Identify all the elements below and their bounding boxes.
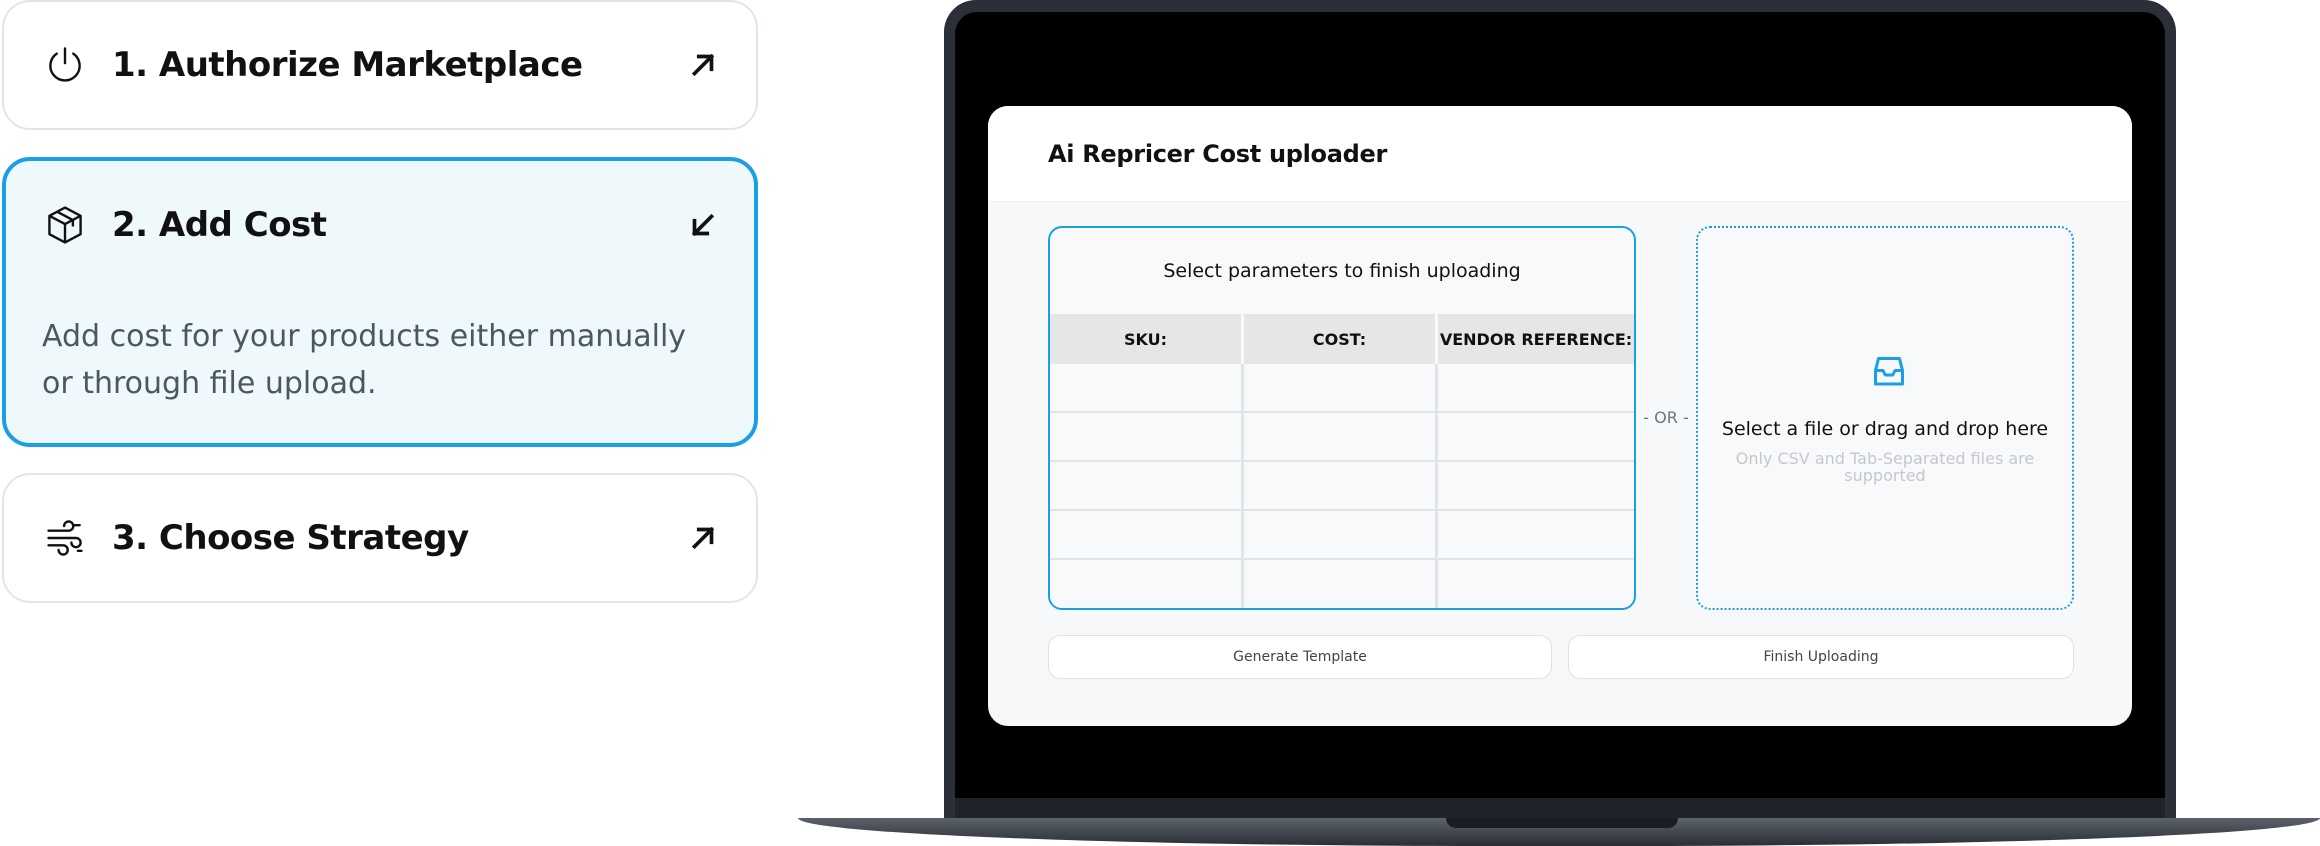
step-title: 2. Add Cost	[112, 205, 327, 245]
laptop-notch	[1446, 818, 1678, 828]
step-card-authorize-marketplace[interactable]: 1. Authorize Marketplace	[2, 0, 758, 130]
file-drop-zone[interactable]: Select a file or drag and drop here Only…	[1696, 226, 2074, 610]
arrow-down-left-icon[interactable]	[686, 208, 720, 242]
table-cell[interactable]	[1438, 413, 1634, 462]
finish-uploading-button[interactable]: Finish Uploading	[1568, 635, 2074, 679]
step-header[interactable]: 3. Choose Strategy	[42, 475, 720, 601]
step-header[interactable]: 2. Add Cost	[42, 161, 720, 289]
table-cell[interactable]	[1438, 560, 1634, 608]
cost-uploader-window: Ai Repricer Cost uploader Select paramet…	[988, 106, 2132, 726]
box-icon	[42, 202, 88, 248]
table-cell[interactable]	[1244, 511, 1438, 560]
laptop-bezel	[955, 798, 2165, 820]
table-cell[interactable]	[1244, 462, 1438, 511]
table-cell[interactable]	[1050, 364, 1244, 413]
step-description: Add cost for your products either manual…	[42, 319, 687, 401]
parameters-table: SKU: COST: VENDOR REFERENCE:	[1050, 314, 1634, 608]
table-cell[interactable]	[1050, 511, 1244, 560]
table-cell[interactable]	[1438, 511, 1634, 560]
dropzone-hint: Only CSV and Tab-Separated files are sup…	[1735, 449, 2035, 485]
wind-icon	[42, 515, 88, 561]
table-cell[interactable]	[1050, 413, 1244, 462]
or-label: OR	[1654, 408, 1678, 427]
table-cell[interactable]	[1244, 413, 1438, 462]
column-header-cost[interactable]: COST:	[1244, 314, 1438, 364]
table-cell[interactable]	[1438, 364, 1634, 413]
arrow-up-right-icon[interactable]	[686, 521, 720, 555]
dropzone-title: Select a file or drag and drop here	[1721, 418, 2049, 440]
generate-template-button[interactable]: Generate Template	[1048, 635, 1552, 679]
power-icon	[42, 42, 88, 88]
parameters-table-panel: Select parameters to finish uploading SK…	[1048, 226, 1636, 610]
table-cell[interactable]	[1244, 560, 1438, 608]
step-title: 3. Choose Strategy	[112, 518, 469, 558]
step-title: 1. Authorize Marketplace	[112, 45, 583, 85]
table-cell[interactable]	[1050, 560, 1244, 608]
column-header-sku[interactable]: SKU:	[1050, 314, 1244, 364]
step-header[interactable]: 1. Authorize Marketplace	[42, 2, 720, 128]
arrow-up-right-icon[interactable]	[686, 48, 720, 82]
table-cell[interactable]	[1244, 364, 1438, 413]
step-card-add-cost[interactable]: 2. Add Cost Add cost for your products e…	[2, 157, 758, 447]
app-title: Ai Repricer Cost uploader	[1048, 139, 1388, 168]
table-caption: Select parameters to finish uploading	[1163, 260, 1521, 282]
app-header: Ai Repricer Cost uploader	[988, 106, 2132, 202]
step-card-choose-strategy[interactable]: 3. Choose Strategy	[2, 473, 758, 603]
inbox-icon	[1871, 354, 1907, 390]
column-header-vendor-reference[interactable]: VENDOR REFERENCE:	[1438, 314, 1634, 364]
table-cell[interactable]	[1438, 462, 1634, 511]
or-separator: - OR -	[1643, 408, 1689, 427]
table-cell[interactable]	[1050, 462, 1244, 511]
